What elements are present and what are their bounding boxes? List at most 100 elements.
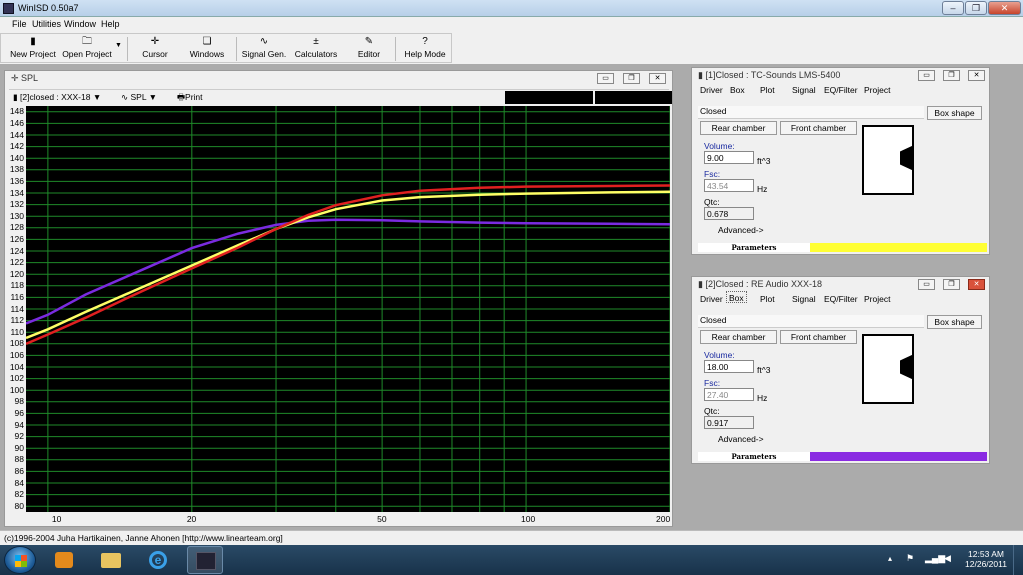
panel2-title: ▮ [2]Closed : RE Audio XXX-18 <box>698 279 822 290</box>
signal-gen-button[interactable]: ∿ Signal Gen. <box>241 36 287 62</box>
box-panel-1: ▮ [1]Closed : TC-Sounds LMS-5400 ▭ ❐ ✕ D… <box>691 67 990 255</box>
calculator-icon: ± <box>313 36 319 47</box>
editor-button[interactable]: ✎ Editor <box>351 36 387 62</box>
panel1-volume-input[interactable]: 9.00 <box>704 151 754 164</box>
taskbar-explorer[interactable] <box>93 546 129 574</box>
panel2-maximize-button[interactable]: ❐ <box>943 279 960 290</box>
panel1-fsc-label: Fsc: <box>704 169 721 179</box>
help-mode-button[interactable]: ? Help Mode <box>402 36 448 62</box>
panel1-tab-signal[interactable]: Signal <box>790 84 818 96</box>
panel2-box-type[interactable]: Closed <box>698 315 924 328</box>
panel1-rear-chamber-tab[interactable]: Rear chamber <box>700 121 777 135</box>
x-tick-label: 20 <box>186 514 197 524</box>
new-project-button[interactable]: ▮ New Project <box>9 36 57 62</box>
spl-window-title: ✛ SPL <box>11 73 38 84</box>
graph-select[interactable]: ∿ SPL ▼ <box>121 92 157 103</box>
y-tick-label: 114 <box>10 303 24 314</box>
panel1-close-button[interactable]: ✕ <box>968 70 985 81</box>
panel2-volume-input[interactable]: 18.00 <box>704 360 754 373</box>
spl-chart[interactable] <box>26 106 670 512</box>
menu-help[interactable]: Help <box>101 19 120 29</box>
panel2-color-swatch[interactable] <box>810 452 987 461</box>
menu-window[interactable]: Window <box>64 19 96 29</box>
start-button[interactable] <box>4 546 36 574</box>
panel1-fsc-unit: Hz <box>757 184 768 194</box>
open-project-button[interactable]: 🗀 Open Project <box>59 36 115 62</box>
x-tick-label: 50 <box>377 514 387 524</box>
panel1-box-type[interactable]: Closed <box>698 106 924 119</box>
tray-arrow-icon[interactable]: ▴ <box>888 554 892 563</box>
clock[interactable]: 12:53 AM 12/26/2011 <box>963 549 1009 569</box>
cursor-icon: ✛ <box>150 36 160 47</box>
show-desktop-button[interactable] <box>1013 545 1023 575</box>
close-button[interactable]: ✕ <box>988 1 1021 15</box>
panel2-fsc-label: Fsc: <box>704 378 721 388</box>
panel1-front-chamber-tab[interactable]: Front chamber <box>780 121 857 135</box>
panel1-tab-project[interactable]: Project <box>862 84 892 96</box>
panel2-tab-eq-filter[interactable]: EQ/Filter <box>822 293 860 305</box>
y-tick-label: 86 <box>14 465 24 476</box>
calculators-button[interactable]: ± Calculators <box>293 36 339 62</box>
panel1-fsc-input[interactable]: 43.54 <box>704 179 754 192</box>
taskbar-media-player[interactable] <box>46 546 82 574</box>
menu-utilities[interactable]: Utilities <box>32 19 61 29</box>
panel1-tab-driver[interactable]: Driver <box>698 84 725 96</box>
panel1-title-text: [1]Closed : TC-Sounds LMS-5400 <box>705 70 841 80</box>
windows-label: Windows <box>189 49 225 59</box>
maximize-button[interactable]: ❐ <box>965 1 987 15</box>
panel2-tab-plot[interactable]: Plot <box>758 293 777 305</box>
panel2-volume-unit: ft^3 <box>757 365 771 375</box>
readout-box-1 <box>505 91 593 104</box>
panel1-minimize-button[interactable]: ▭ <box>918 70 935 81</box>
media-player-icon <box>55 552 73 568</box>
print-button[interactable]: 🖶Print <box>177 92 203 106</box>
windows-logo-icon <box>15 555 27 567</box>
series-line-3 <box>26 184 670 345</box>
panel2-rear-chamber-tab[interactable]: Rear chamber <box>700 330 777 344</box>
panel2-minimize-button[interactable]: ▭ <box>918 279 935 290</box>
spl-maximize-button[interactable]: ❐ <box>623 73 640 84</box>
panel2-tab-signal[interactable]: Signal <box>790 293 818 305</box>
y-tick-label: 100 <box>9 384 24 395</box>
panel1-box-shape-button[interactable]: Box shape <box>927 106 982 120</box>
menu-file[interactable]: File <box>12 19 27 29</box>
series-line-1 <box>26 218 670 325</box>
spl-minimize-button[interactable]: ▭ <box>597 73 614 84</box>
flag-icon[interactable]: ⚑ <box>906 553 914 564</box>
panel2-close-button[interactable]: ✕ <box>968 279 985 290</box>
y-tick-label: 96 <box>14 407 24 418</box>
open-project-label: Open Project <box>62 49 112 59</box>
windows-button[interactable]: ❏ Windows <box>187 36 227 62</box>
spl-title-text: SPL <box>21 73 39 83</box>
panel1-qtc-value: 0.678 <box>704 207 754 220</box>
panel1-advanced-button[interactable]: Advanced-> <box>718 225 764 235</box>
panel1-tab-box[interactable]: Box <box>728 84 747 96</box>
project-select[interactable]: ▮ [2]closed : XXX-18 ▼ <box>13 92 101 103</box>
panel1-color-swatch[interactable] <box>810 243 987 252</box>
taskbar-winisd[interactable] <box>187 546 223 574</box>
panel2-box-shape-button[interactable]: Box shape <box>927 315 982 329</box>
panel2-tab-project[interactable]: Project <box>862 293 892 305</box>
panel2-advanced-button[interactable]: Advanced-> <box>718 434 764 444</box>
y-tick-label: 110 <box>10 326 24 337</box>
editor-label: Editor <box>357 49 381 59</box>
panel2-tab-box[interactable]: Box <box>726 291 747 303</box>
panel2-front-chamber-tab[interactable]: Front chamber <box>780 330 857 344</box>
spl-close-button[interactable]: ✕ <box>649 73 666 84</box>
sine-wave-icon: ∿ <box>259 36 269 47</box>
y-tick-label: 98 <box>14 396 24 407</box>
panel1-maximize-button[interactable]: ❐ <box>943 70 960 81</box>
cursor-button[interactable]: ✛ Cursor <box>135 36 175 62</box>
volume-icon[interactable]: ◀ <box>944 553 951 564</box>
panel2-fsc-input[interactable]: 27.40 <box>704 388 754 401</box>
printer-icon: 🖶 <box>177 92 186 102</box>
panel1-tab-plot[interactable]: Plot <box>758 84 777 96</box>
minimize-button[interactable]: – <box>942 1 964 15</box>
toolbar: ▮ New Project 🗀 Open Project ▼ ✛ Cursor … <box>0 33 452 63</box>
panel2-tab-driver[interactable]: Driver <box>698 293 725 305</box>
network-icon[interactable]: ▂▄▆ <box>925 553 945 564</box>
panel1-tab-eq-filter[interactable]: EQ/Filter <box>822 84 860 96</box>
taskbar-internet-explorer[interactable]: e <box>140 546 176 574</box>
open-project-dropdown-icon[interactable]: ▼ <box>115 42 122 49</box>
clock-time: 12:53 AM <box>968 549 1004 559</box>
